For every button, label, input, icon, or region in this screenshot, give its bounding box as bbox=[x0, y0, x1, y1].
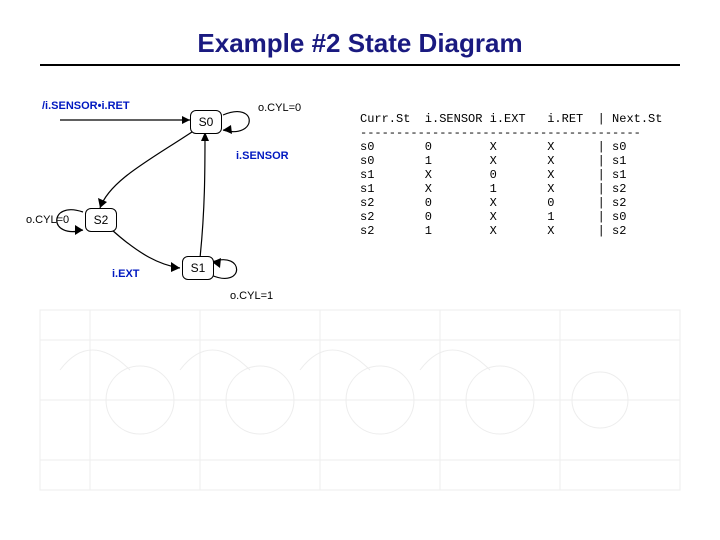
state-s2: S2 bbox=[85, 208, 117, 232]
label-s2-to-s1: i.EXT bbox=[112, 268, 140, 280]
label-s2-self: o.CYL=0 bbox=[26, 214, 69, 226]
state-s0: S0 bbox=[190, 110, 222, 134]
state-transition-table: Curr.St i.SENSOR i.EXT i.RET | Next.St -… bbox=[360, 112, 662, 238]
label-initial: /i.SENSOR•i.RET bbox=[42, 100, 130, 112]
label-s1-self: o.CYL=1 bbox=[230, 290, 273, 302]
page-title: Example #2 State Diagram bbox=[0, 28, 720, 59]
title-underline bbox=[40, 64, 680, 66]
label-s0-to-s2: i.SENSOR bbox=[236, 150, 289, 162]
state-s1: S1 bbox=[182, 256, 214, 280]
state-diagram: S0 S2 S1 /i.SENSOR•i.RET o.CYL=0 i.SENSO… bbox=[40, 90, 340, 340]
label-s0-self: o.CYL=0 bbox=[258, 102, 301, 114]
